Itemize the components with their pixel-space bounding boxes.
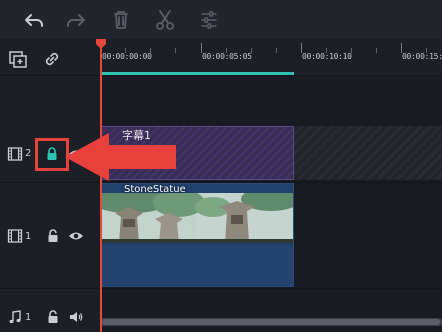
- ruler-timecode: 00:00:00:00: [102, 52, 152, 61]
- redo-icon[interactable]: [64, 8, 88, 32]
- timeline-header-controls: [0, 39, 100, 75]
- playhead-handle[interactable]: [96, 39, 106, 49]
- ruler-timecode: 00:00:05:05: [202, 52, 252, 61]
- playhead-line[interactable]: [100, 44, 102, 332]
- unlock-icon[interactable]: [45, 228, 61, 244]
- track-header-empty: [0, 76, 100, 126]
- adjust-icon[interactable]: [197, 8, 221, 32]
- eye-icon[interactable]: [68, 228, 84, 244]
- music-note-icon: [7, 309, 23, 325]
- video-clip-label: StoneStatue: [124, 184, 186, 195]
- delete-icon[interactable]: [109, 8, 133, 32]
- ruler-timecode: 00:00:15:1: [402, 52, 442, 61]
- timeline-scrollbar-thumb[interactable]: [102, 319, 440, 325]
- track-number: 1: [25, 312, 32, 323]
- undo-icon[interactable]: [22, 8, 46, 32]
- add-track-icon[interactable]: [8, 49, 28, 69]
- track-number: 1: [25, 231, 32, 242]
- track-header-audio-1: 1: [0, 289, 100, 332]
- film-icon: [7, 228, 23, 244]
- cut-icon[interactable]: [153, 8, 177, 32]
- speaker-icon[interactable]: [68, 309, 84, 325]
- track-number: 2: [25, 148, 32, 159]
- toolbar: [0, 0, 442, 39]
- video-thumbnails: [91, 187, 301, 243]
- unlock-icon[interactable]: [45, 309, 61, 325]
- ruler-timecode: 00:00:10:10: [302, 52, 352, 61]
- link-icon[interactable]: [42, 49, 62, 69]
- locked-track-area: [294, 126, 442, 180]
- annotation-arrow-icon: [65, 133, 176, 181]
- track-lane-empty[interactable]: [100, 76, 442, 126]
- track-header-video-1: 1: [0, 183, 100, 288]
- video-clip-audio: [101, 246, 293, 286]
- ruler-ticks: 00:00:00:00 00:00:05:05 00:00:10:10 00:0…: [100, 39, 442, 75]
- film-icon: [7, 146, 23, 162]
